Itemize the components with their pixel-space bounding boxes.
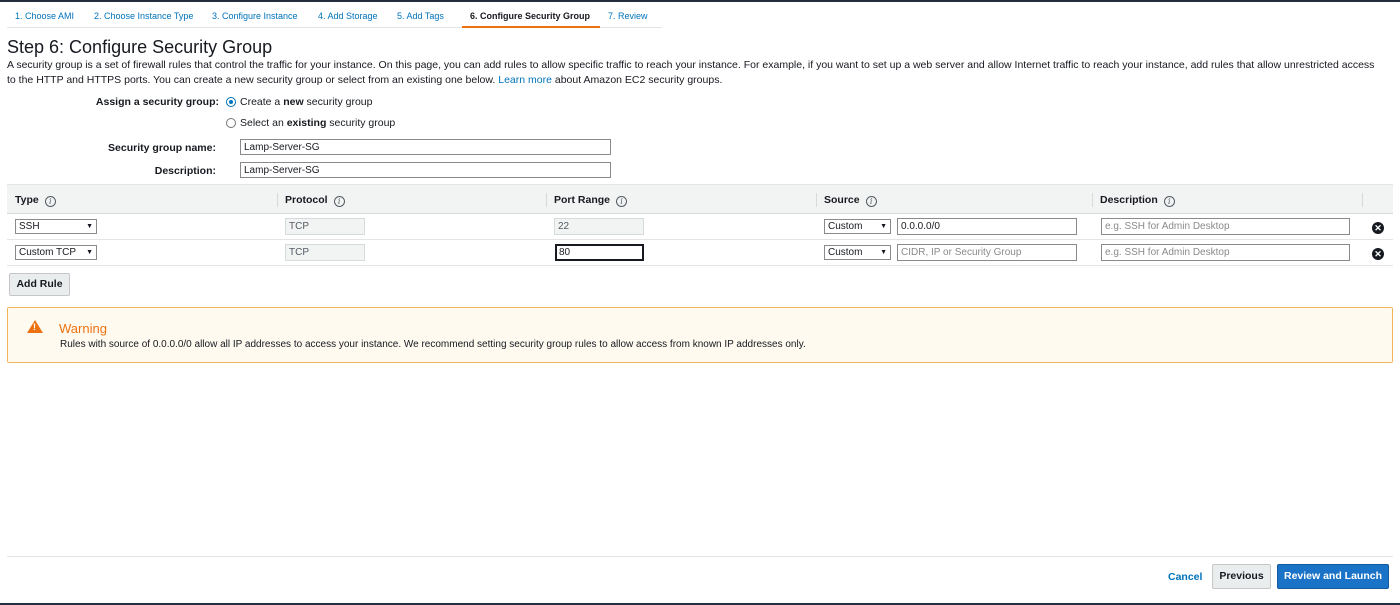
step-add-storage[interactable]: 4. Add Storage bbox=[310, 6, 389, 28]
step-choose-instance-type[interactable]: 2. Choose Instance Type bbox=[86, 6, 204, 28]
radio-create-new-suffix: security group bbox=[303, 96, 373, 108]
top-border bbox=[0, 0, 1400, 2]
rule-type-select[interactable]: Custom TCP ▼ bbox=[15, 245, 97, 260]
security-group-name-label: Security group name: bbox=[108, 142, 216, 154]
table-row: SSH ▼ TCP 22 Custom ▼ 0.0.0.0/0 e.g. SSH f… bbox=[7, 214, 1393, 240]
add-rule-button[interactable]: Add Rule bbox=[9, 273, 70, 296]
page-title: Step 6: Configure Security Group bbox=[7, 37, 273, 57]
table-row: Custom TCP ▼ TCP 80 Custom ▼ CIDR, IP or S… bbox=[7, 240, 1393, 266]
step-choose-ami[interactable]: 1. Choose AMI bbox=[7, 6, 86, 28]
rule-type-value: Custom TCP bbox=[19, 247, 77, 258]
column-separator bbox=[1362, 193, 1363, 207]
warning-title: Warning bbox=[59, 321, 107, 336]
assign-security-group-label: Assign a security group: bbox=[95, 96, 219, 108]
remove-rule-icon[interactable]: ✕ bbox=[1372, 248, 1384, 260]
review-and-launch-button[interactable]: Review and Launch bbox=[1277, 564, 1389, 589]
column-port-range-label: Port Range bbox=[554, 194, 611, 206]
column-separator bbox=[1092, 193, 1093, 207]
security-group-description-input[interactable]: Lamp-Server-SG bbox=[240, 162, 611, 178]
column-description: Description i bbox=[1092, 185, 1362, 215]
radio-select-existing[interactable]: Select an existing security group bbox=[226, 117, 395, 129]
radio-create-new-label: Create a new security group bbox=[240, 96, 373, 108]
inbound-rules-table: Type i Protocol i Port Range i Source i Desc… bbox=[7, 184, 1393, 266]
column-separator bbox=[277, 193, 278, 207]
warning-alert: Warning Rules with source of 0.0.0.0/0 a… bbox=[7, 307, 1393, 363]
remove-rule-icon[interactable]: ✕ bbox=[1372, 222, 1384, 234]
learn-more-suffix: about Amazon EC2 security groups. bbox=[554, 74, 723, 86]
step-configure-instance[interactable]: 3. Configure Instance bbox=[204, 6, 310, 28]
column-description-label: Description bbox=[1100, 194, 1158, 206]
wizard-steps: 1. Choose AMI 2. Choose Instance Type 3.… bbox=[7, 6, 662, 28]
radio-select-existing-bold: existing bbox=[286, 117, 327, 129]
rule-source-input[interactable]: 0.0.0.0/0 bbox=[897, 218, 1077, 235]
chevron-down-icon: ▼ bbox=[86, 249, 93, 256]
intro-text: A security group is a set of firewall ru… bbox=[7, 58, 1382, 88]
rule-source-type-select[interactable]: Custom ▼ bbox=[824, 219, 891, 234]
column-separator bbox=[546, 193, 547, 207]
rule-description-input[interactable]: e.g. SSH for Admin Desktop bbox=[1101, 218, 1350, 235]
radio-select-existing-prefix: Select an bbox=[240, 117, 287, 129]
info-icon[interactable]: i bbox=[1163, 196, 1175, 207]
security-group-name-input[interactable]: Lamp-Server-SG bbox=[240, 139, 611, 155]
column-separator bbox=[816, 193, 817, 207]
step-configure-security-group[interactable]: 6. Configure Security Group bbox=[462, 6, 600, 28]
column-type-label: Type bbox=[15, 194, 39, 206]
info-icon[interactable]: i bbox=[616, 196, 628, 207]
rule-source-type-value: Custom bbox=[828, 221, 863, 232]
info-icon[interactable]: i bbox=[44, 196, 56, 207]
security-group-description-label: Description: bbox=[154, 165, 216, 177]
rule-source-type-value: Custom bbox=[828, 247, 863, 258]
column-actions bbox=[1362, 185, 1393, 215]
rule-source-type-select[interactable]: Custom ▼ bbox=[824, 245, 891, 260]
column-type: Type i bbox=[7, 185, 277, 215]
step-add-tags[interactable]: 5. Add Tags bbox=[389, 6, 462, 28]
column-protocol-label: Protocol bbox=[285, 194, 328, 206]
rule-type-select[interactable]: SSH ▼ bbox=[15, 219, 97, 234]
radio-create-new[interactable]: Create a new security group bbox=[226, 96, 373, 108]
radio-create-new-bold: new bbox=[283, 96, 304, 108]
radio-select-existing-label: Select an existing security group bbox=[240, 117, 395, 129]
chevron-down-icon: ▼ bbox=[880, 249, 887, 256]
table-header: Type i Protocol i Port Range i Source i Desc… bbox=[7, 184, 1393, 214]
radio-select-existing-button[interactable] bbox=[226, 118, 236, 128]
column-protocol: Protocol i bbox=[277, 185, 547, 215]
rule-port-range-input[interactable]: 80 bbox=[555, 244, 644, 261]
rule-protocol-field: TCP bbox=[285, 244, 365, 261]
info-icon[interactable]: i bbox=[865, 196, 877, 207]
info-icon[interactable]: i bbox=[333, 196, 345, 207]
chevron-down-icon: ▼ bbox=[880, 223, 887, 230]
radio-create-new-prefix: Create a bbox=[240, 96, 284, 108]
column-source-label: Source bbox=[824, 194, 860, 206]
footer-divider bbox=[7, 556, 1393, 557]
chevron-down-icon: ▼ bbox=[86, 223, 93, 230]
previous-button[interactable]: Previous bbox=[1212, 564, 1271, 589]
column-port-range: Port Range i bbox=[546, 185, 816, 215]
step-review[interactable]: 7. Review bbox=[600, 6, 662, 28]
rule-source-input[interactable]: CIDR, IP or Security Group bbox=[897, 244, 1077, 261]
rule-type-value: SSH bbox=[19, 221, 40, 232]
column-source: Source i bbox=[816, 185, 1092, 215]
rule-port-range-field: 22 bbox=[554, 218, 644, 235]
radio-create-new-button[interactable] bbox=[226, 97, 236, 107]
rule-protocol-field: TCP bbox=[285, 218, 365, 235]
learn-more-link[interactable]: Learn more bbox=[498, 74, 552, 86]
cancel-link[interactable]: Cancel bbox=[1168, 571, 1202, 583]
radio-select-existing-suffix: security group bbox=[326, 117, 396, 129]
warning-text: Rules with source of 0.0.0.0/0 allow all… bbox=[60, 339, 806, 350]
rule-description-input[interactable]: e.g. SSH for Admin Desktop bbox=[1101, 244, 1350, 261]
warning-triangle-icon bbox=[27, 320, 43, 333]
